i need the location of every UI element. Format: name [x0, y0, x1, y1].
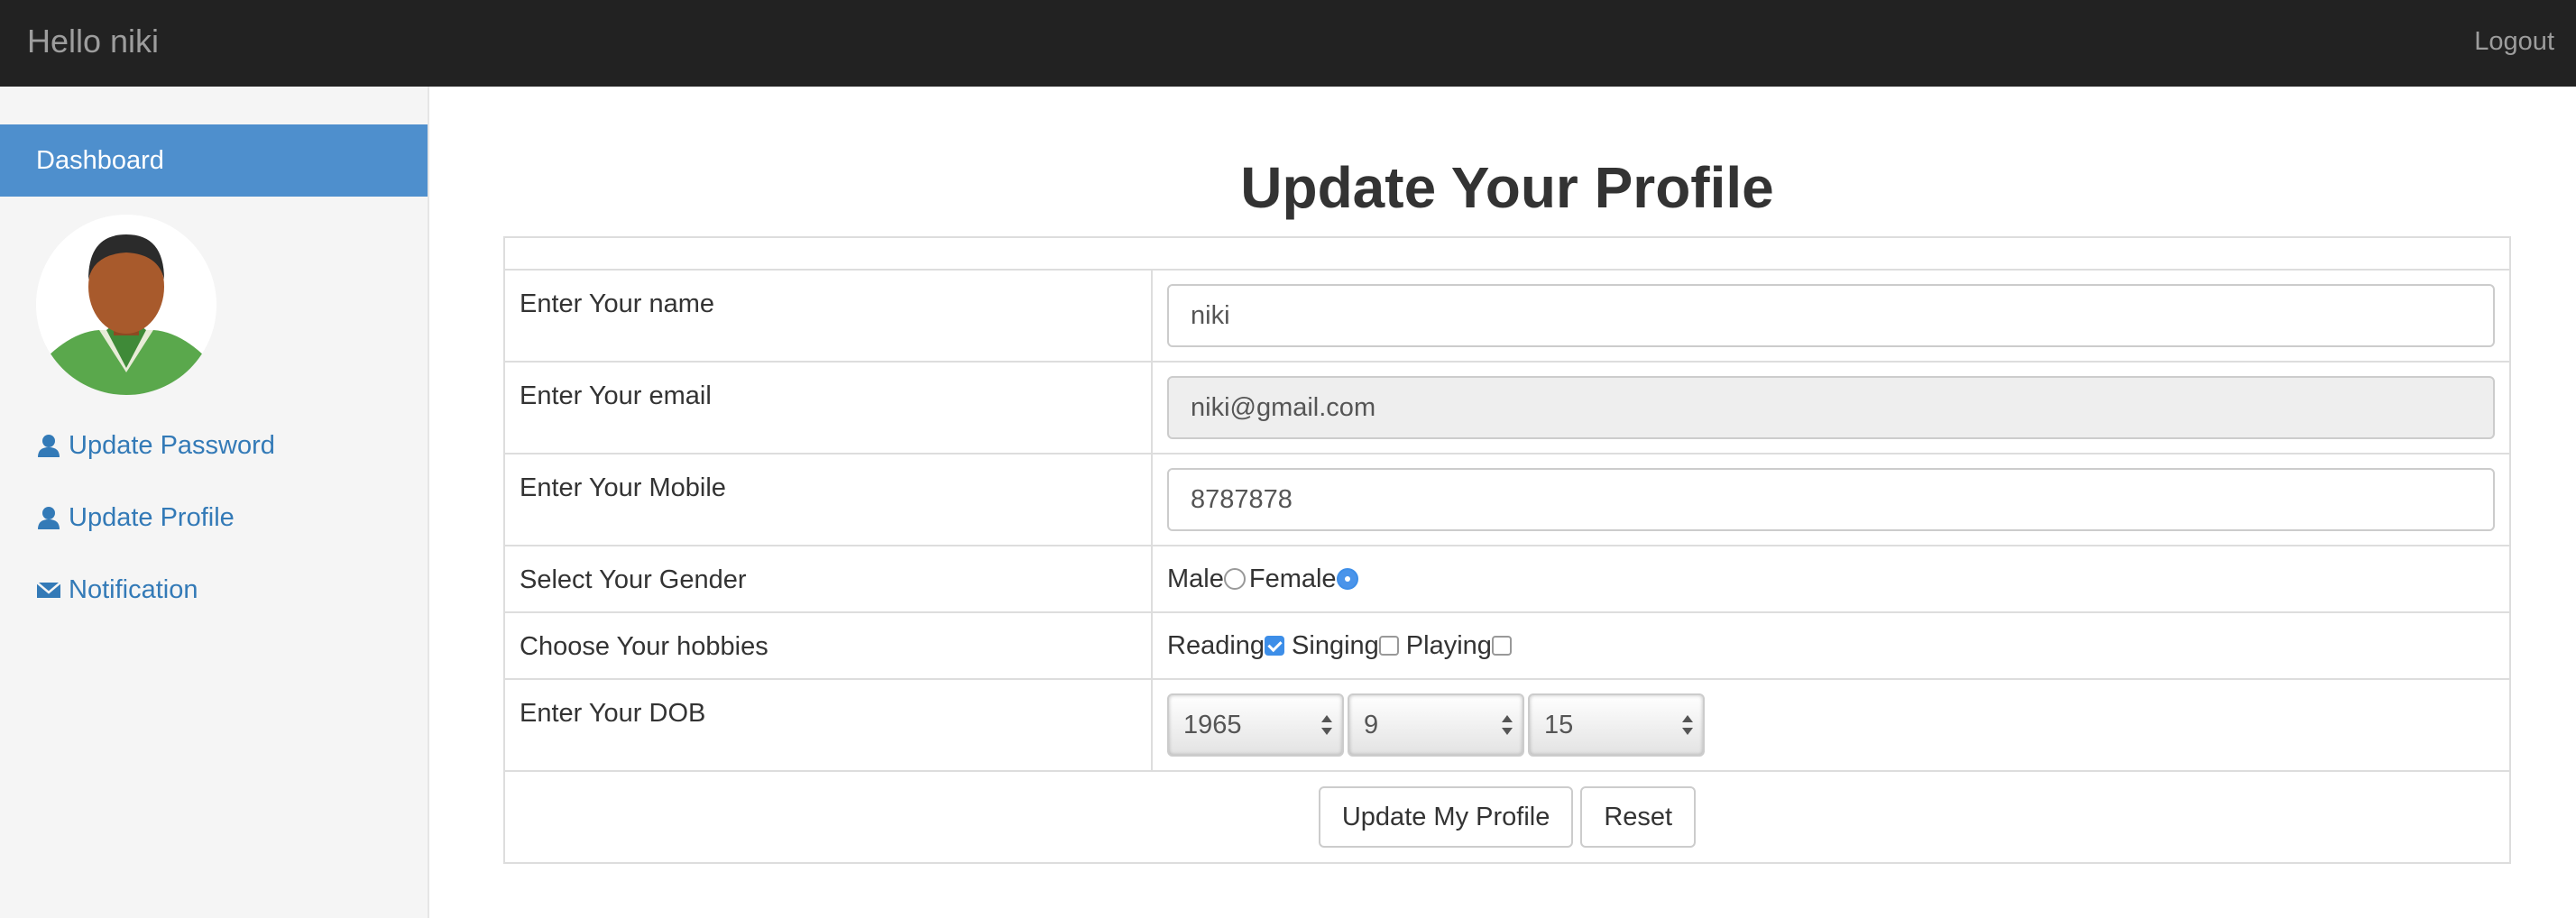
dob-label: Enter Your DOB — [505, 680, 1153, 770]
hobby-singing-checkbox[interactable] — [1378, 636, 1399, 656]
sidebar-item-label: Notification — [69, 575, 198, 604]
sidebar-item-dashboard[interactable]: Dashboard — [0, 124, 428, 197]
hobby-reading-checkbox[interactable] — [1265, 636, 1285, 656]
sidebar-item-update-profile[interactable]: Update Profile — [36, 500, 235, 536]
sidebar: Dashboard Update Password Update Profile… — [0, 87, 429, 918]
sidebar-item-label: Update Password — [69, 431, 275, 460]
update-profile-button[interactable]: Update My Profile — [1318, 786, 1574, 848]
hobby-playing[interactable]: Playing — [1406, 631, 1519, 661]
gender-option-male[interactable]: Male — [1167, 565, 1249, 594]
sidebar-item-update-password[interactable]: Update Password — [36, 427, 275, 464]
sidebar-item-label: Update Profile — [69, 503, 235, 532]
actions-row: Update My Profile Reset — [505, 770, 2509, 862]
table-header-row — [505, 238, 2509, 269]
name-label: Enter Your name — [505, 271, 1153, 361]
name-input[interactable]: niki — [1167, 284, 2495, 347]
hobbies-label: Choose Your hobbies — [505, 613, 1153, 678]
hobby-playing-checkbox[interactable] — [1491, 636, 1512, 656]
hobby-reading[interactable]: Reading — [1167, 631, 1292, 661]
user-icon — [38, 507, 60, 529]
avatar-image — [36, 215, 216, 395]
profile-form-table: Enter Your name niki Enter Your email ni… — [503, 236, 2511, 864]
email-label: Enter Your email — [505, 363, 1153, 453]
sidebar-item-notification[interactable]: Notification — [36, 572, 198, 608]
avatar — [36, 215, 216, 395]
hobby-playing-label: Playing — [1405, 630, 1492, 660]
navbar: Hello niki Logout — [0, 0, 2576, 87]
navbar-brand[interactable]: Hello niki — [27, 20, 159, 63]
mobile-input[interactable]: 8787878 — [1167, 468, 2495, 531]
gender-female-radio[interactable] — [1336, 568, 1358, 590]
dob-month-value: 9 — [1364, 711, 1379, 739]
gender-row: Select Your Gender Male Female — [505, 545, 2509, 611]
dob-year-select[interactable]: 1965 — [1167, 693, 1344, 757]
gender-option-female[interactable]: Female — [1249, 565, 1362, 594]
email-input[interactable]: niki@gmail.com — [1167, 376, 2495, 439]
user-icon — [38, 435, 60, 457]
reset-button[interactable]: Reset — [1580, 786, 1697, 848]
hobby-reading-label: Reading — [1167, 630, 1265, 660]
hobby-singing-label: Singing — [1292, 630, 1379, 660]
select-arrows-icon — [1321, 715, 1332, 735]
hobbies-row: Choose Your hobbies Reading Singing Play… — [505, 611, 2509, 678]
mobile-row: Enter Your Mobile 8787878 — [505, 453, 2509, 545]
dob-month-select[interactable]: 9 — [1348, 693, 1524, 757]
dob-row: Enter Your DOB 1965 9 15 — [505, 678, 2509, 770]
select-arrows-icon — [1682, 715, 1693, 735]
dob-day-value: 15 — [1544, 711, 1574, 739]
mobile-label: Enter Your Mobile — [505, 454, 1153, 545]
dob-year-value: 1965 — [1183, 711, 1242, 739]
name-row: Enter Your name niki — [505, 269, 2509, 361]
gender-male-radio[interactable] — [1223, 568, 1246, 590]
select-arrows-icon — [1502, 715, 1513, 735]
gender-label: Select Your Gender — [505, 546, 1153, 611]
dob-day-select[interactable]: 15 — [1528, 693, 1705, 757]
gender-male-label: Male — [1167, 564, 1224, 593]
page-title: Update Your Profile — [1240, 155, 1774, 220]
hobby-singing[interactable]: Singing — [1292, 631, 1406, 661]
gender-female-label: Female — [1248, 564, 1337, 593]
email-row: Enter Your email niki@gmail.com — [505, 361, 2509, 453]
envelope-icon — [36, 582, 61, 598]
logout-link[interactable]: Logout — [2474, 23, 2554, 60]
